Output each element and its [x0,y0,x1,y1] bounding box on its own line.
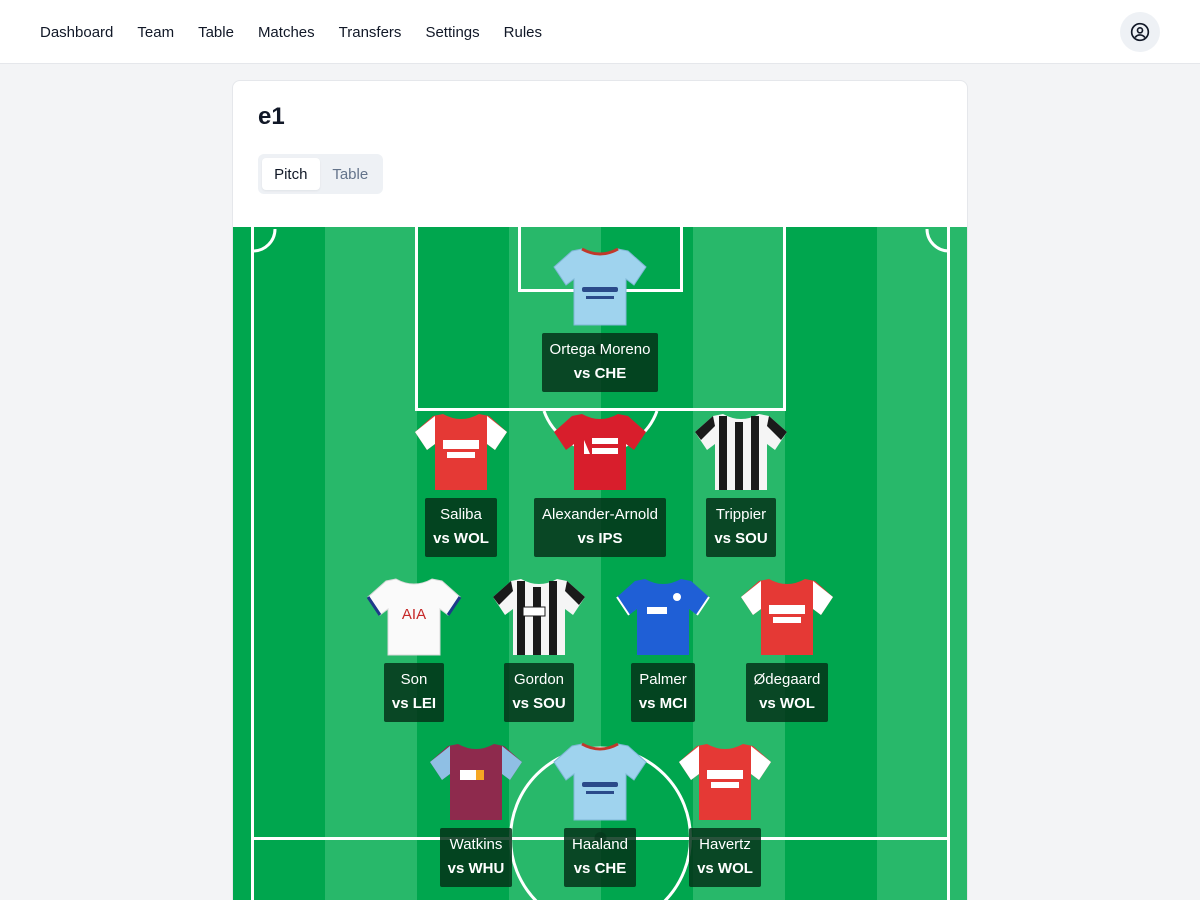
nav-team[interactable]: Team [137,24,174,41]
player-card[interactable]: Saliba vs WOL [381,410,541,557]
player-name: Ødegaard [753,671,821,688]
player-fixture: vs IPS [577,530,623,547]
player-label: Palmer vs MCI [630,663,696,722]
shirt-sky-blue-icon [553,247,647,326]
shirt-red-white-sleeves-icon [415,414,507,490]
shirt-claret-blue-icon [430,744,522,820]
nav-table[interactable]: Table [198,24,234,41]
shirt-black-white-stripes-icon [493,579,585,655]
user-circle-icon [1130,22,1150,42]
shirt-red-white-sleeves-icon [679,744,771,820]
player-fixture: vs CHE [573,860,627,877]
player-fixture: vs SOU [714,530,768,547]
player-label: Son vs LEI [383,663,445,722]
player-label: Trippier vs SOU [706,498,776,557]
shirt-red-icon [554,414,646,490]
player-label: Ortega Moreno vs CHE [541,333,659,392]
player-fixture: vs WOL [697,860,753,877]
player-name: Watkins [449,836,503,853]
tab-table[interactable]: Table [322,158,380,190]
football-pitch: Ortega Moreno vs CHE Saliba vs WOL Alexa… [233,227,967,900]
account-button[interactable] [1120,12,1160,52]
player-fixture: vs WOL [759,695,815,712]
nav-settings[interactable]: Settings [425,24,479,41]
player-name: Palmer [639,671,687,688]
shirt-sponsor-text: AIA [402,606,426,623]
shirt-red-white-sleeves-icon [741,579,833,655]
player-name: Gordon [513,671,565,688]
top-navigation: Dashboard Team Table Matches Transfers S… [0,0,1200,64]
player-label: Saliba vs WOL [425,498,497,557]
nav-rules[interactable]: Rules [504,24,542,41]
player-name: Son [400,671,428,688]
nav-dashboard[interactable]: Dashboard [40,24,113,41]
shirt-white-icon: AIA [366,578,462,656]
player-fixture: vs CHE [573,365,627,382]
player-fixture: vs SOU [512,695,566,712]
nav-transfers[interactable]: Transfers [339,24,402,41]
player-name: Havertz [699,836,751,853]
player-card[interactable]: Alexander-Arnold vs IPS [520,410,680,557]
nav-matches[interactable]: Matches [258,24,315,41]
player-label: Havertz vs WOL [689,828,761,887]
player-card[interactable]: Ødegaard vs WOL [707,575,867,722]
player-label: Watkins vs WHU [439,828,513,887]
player-fixture: vs WOL [433,530,489,547]
player-name: Alexander-Arnold [542,506,658,523]
player-card[interactable]: Trippier vs SOU [661,410,821,557]
player-name: Haaland [572,836,628,853]
player-name: Ortega Moreno [549,341,651,358]
page-title: e1 [258,103,285,130]
view-toggle: Pitch Table [258,154,383,194]
player-name: Trippier [715,506,767,523]
shirt-blue-icon [616,579,710,655]
player-label: Haaland vs CHE [564,828,636,887]
team-card: e1 Pitch Table Ortega Moreno vs CHE Sali… [232,80,968,900]
player-label: Gordon vs SOU [504,663,574,722]
player-label: Ødegaard vs WOL [745,663,829,722]
player-card[interactable]: Ortega Moreno vs CHE [520,245,680,392]
tab-pitch[interactable]: Pitch [262,158,320,190]
player-name: Saliba [440,506,482,523]
player-fixture: vs WHU [447,860,505,877]
player-fixture: vs MCI [638,695,688,712]
player-label: Alexander-Arnold vs IPS [534,498,666,557]
shirt-black-white-stripes-icon [695,414,787,490]
player-fixture: vs LEI [391,695,437,712]
nav-links: Dashboard Team Table Matches Transfers S… [40,0,542,64]
shirt-sky-blue-icon [553,742,647,821]
player-card[interactable]: Havertz vs WOL [645,740,805,887]
